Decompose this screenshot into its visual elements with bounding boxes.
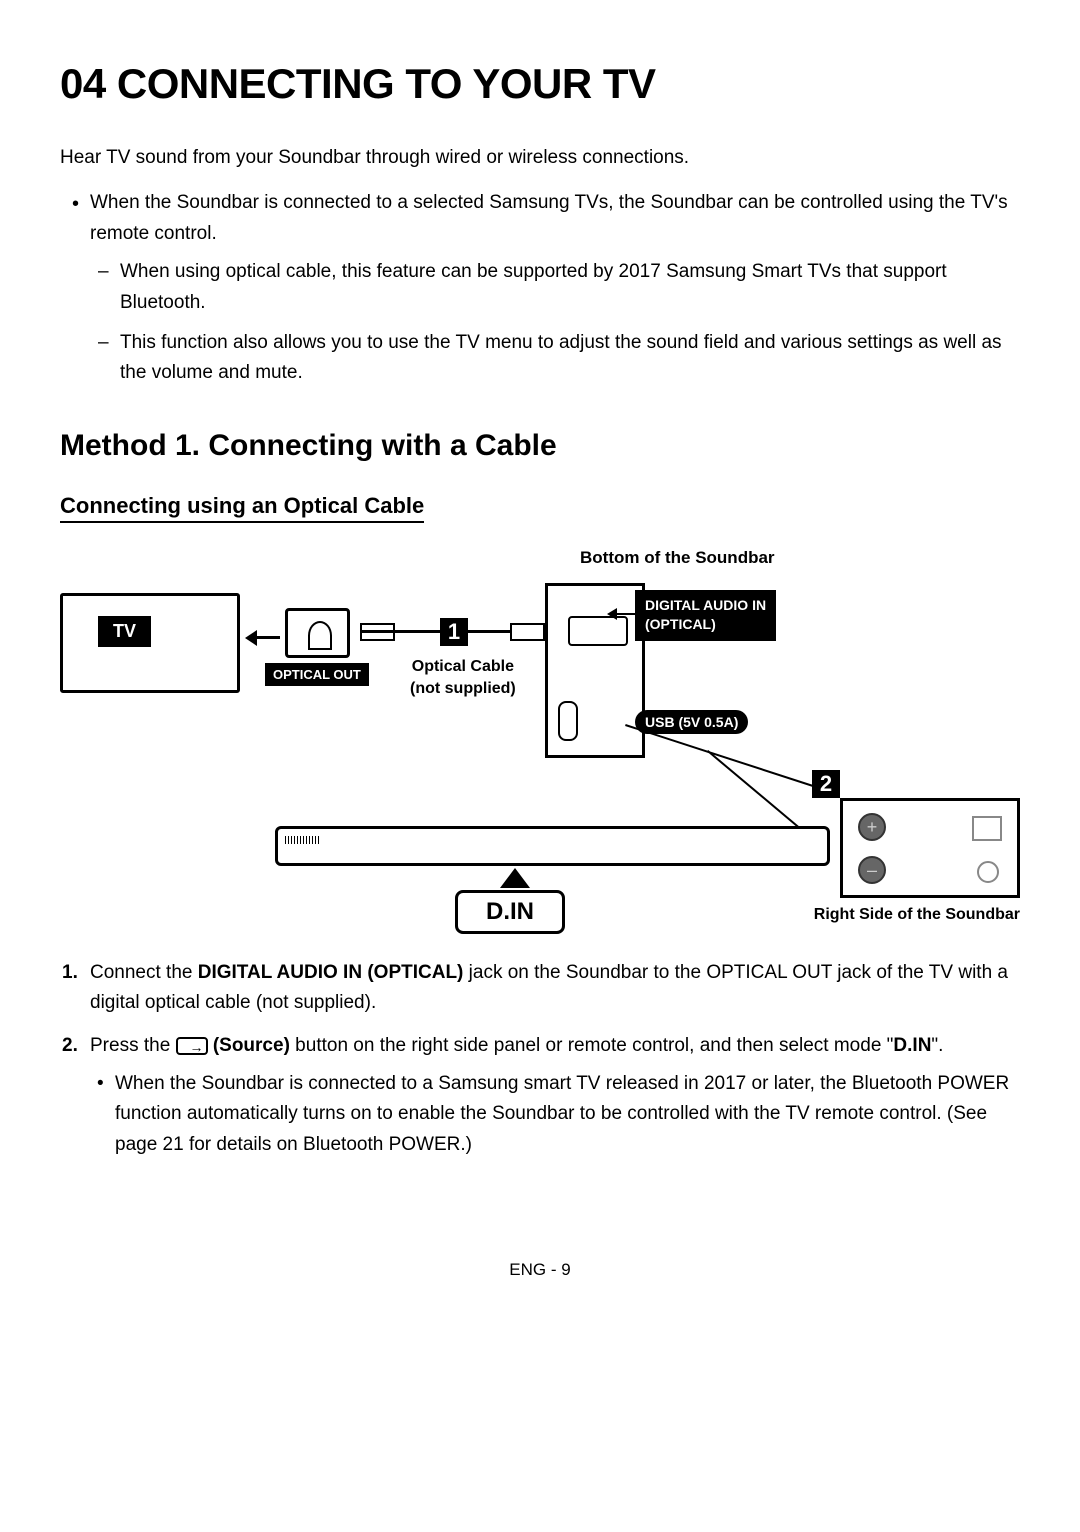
page-title: 04 CONNECTING TO YOUR TV — [60, 60, 1020, 108]
arrow-left-icon — [245, 623, 285, 653]
arrow-up-icon — [500, 868, 530, 888]
zoom-line — [625, 724, 835, 794]
step-2: Press the (Source) button on the right s… — [90, 1031, 1020, 1161]
soundbar-side-panel: + – — [840, 798, 1020, 898]
step-2-bold: (Source) — [208, 1035, 290, 1056]
step-2-pre: Press the — [90, 1035, 176, 1056]
connection-diagram: Bottom of the Soundbar TV OPTICAL OUT 1 … — [60, 548, 1020, 928]
main-bullets: When the Soundbar is connected to a sele… — [60, 188, 1020, 388]
step-2-sub-bullets: When the Soundbar is connected to a Sams… — [90, 1069, 1020, 1160]
tv-label: TV — [98, 616, 151, 647]
right-side-label: Right Side of the Soundbar — [814, 906, 1020, 924]
volume-minus-icon: – — [858, 856, 886, 884]
tv-port-illustration — [285, 608, 350, 658]
step-2-end: ". — [931, 1035, 943, 1056]
dash-list: When using optical cable, this feature c… — [90, 257, 1020, 389]
page-footer: ENG - 9 — [60, 1260, 1020, 1280]
bottom-soundbar-label: Bottom of the Soundbar — [580, 548, 775, 568]
soundbar-grille-icon — [285, 836, 320, 844]
digital-audio-label: DIGITAL AUDIO IN (OPTICAL) — [635, 590, 776, 641]
source-icon — [176, 1037, 208, 1055]
step-2-badge: 2 — [812, 770, 840, 798]
optical-out-label: OPTICAL OUT — [265, 663, 369, 686]
din-display-label: D.IN — [455, 890, 565, 934]
instruction-steps: Connect the DIGITAL AUDIO IN (OPTICAL) j… — [60, 958, 1020, 1160]
dash-item: This function also allows you to use the… — [120, 328, 1020, 389]
tv-illustration: TV — [60, 593, 240, 693]
intro-text: Hear TV sound from your Soundbar through… — [60, 143, 1020, 173]
section-heading: Method 1. Connecting with a Cable — [60, 429, 1020, 463]
optical-cable-label: Optical Cable (not supplied) — [410, 656, 516, 701]
step-1-pre: Connect the — [90, 962, 198, 983]
cable-connector-icon — [510, 623, 545, 641]
soundbar-illustration — [275, 826, 830, 866]
power-button-icon — [977, 861, 999, 883]
usb-label: USB (5V 0.5A) — [635, 710, 748, 734]
bullet-text: When the Soundbar is connected to a sele… — [90, 192, 1008, 243]
step-2-din: D.IN — [893, 1035, 931, 1056]
source-button-icon — [972, 816, 1002, 841]
step-2-mid: button on the right side panel or remote… — [290, 1035, 894, 1056]
step-1: Connect the DIGITAL AUDIO IN (OPTICAL) j… — [90, 958, 1020, 1019]
usb-port-icon — [558, 701, 578, 741]
optical-port-icon — [568, 616, 628, 646]
dash-item: When using optical cable, this feature c… — [120, 257, 1020, 318]
soundbar-port-panel — [545, 583, 645, 758]
volume-plus-icon: + — [858, 813, 886, 841]
step-1-bold: DIGITAL AUDIO IN (OPTICAL) — [198, 962, 464, 983]
sub-bullet-item: When the Soundbar is connected to a Sams… — [115, 1069, 1020, 1160]
step-1-badge: 1 — [440, 618, 468, 646]
sub-heading: Connecting using an Optical Cable — [60, 493, 424, 523]
bullet-item: When the Soundbar is connected to a sele… — [90, 188, 1020, 388]
